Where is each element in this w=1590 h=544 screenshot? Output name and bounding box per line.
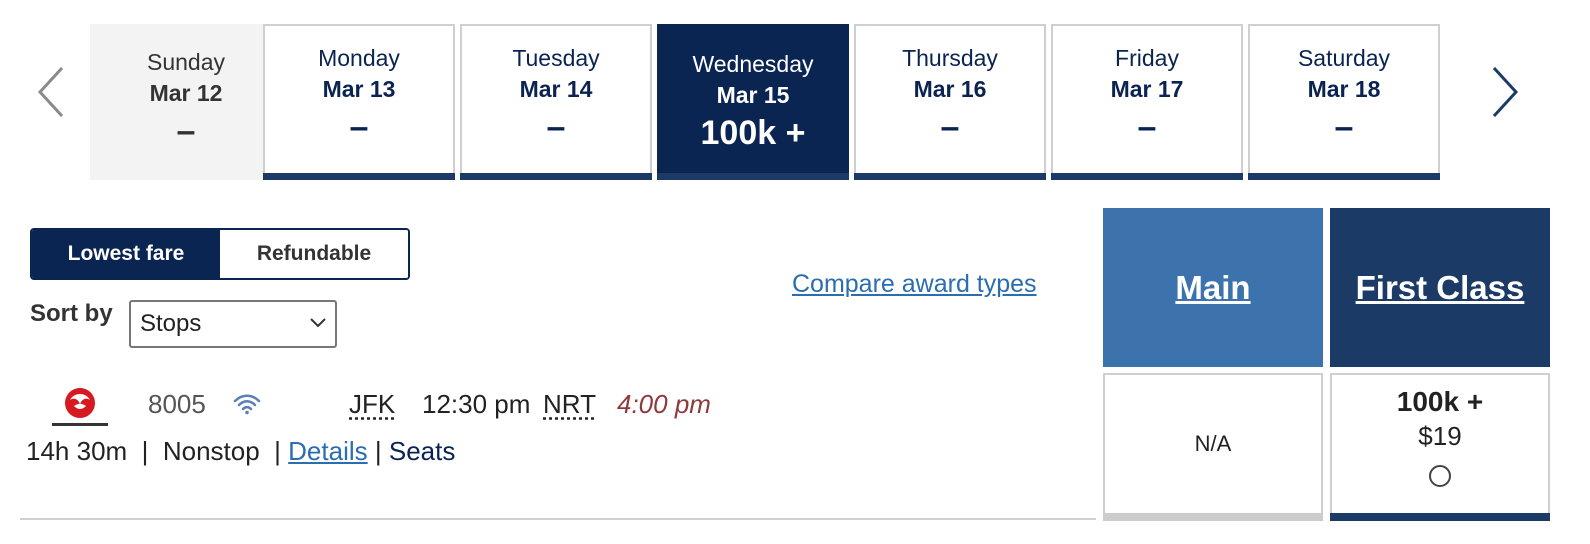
day-name: Friday <box>1115 45 1179 71</box>
day-name: Monday <box>318 45 400 71</box>
date-cell-tuesday[interactable]: Tuesday Mar 14 – <box>460 24 652 180</box>
day-date: Mar 16 <box>913 76 987 102</box>
flight-number: 8005 <box>148 389 206 419</box>
date-cell-wednesday[interactable]: Wednesday Mar 15 100k + <box>657 24 849 180</box>
day-date: Mar 15 <box>716 82 790 108</box>
separator: | <box>141 436 149 466</box>
chevron-down-icon <box>310 318 326 328</box>
date-cell-saturday[interactable]: Saturday Mar 18 – <box>1248 24 1440 180</box>
day-date: Mar 18 <box>1307 76 1381 102</box>
details-link[interactable]: Details <box>288 436 367 466</box>
date-cell-thursday[interactable]: Thursday Mar 16 – <box>854 24 1046 180</box>
day-date: Mar 17 <box>1110 76 1184 102</box>
date-cell-sunday: Sunday Mar 12 – <box>90 24 282 180</box>
cabin-header-first-class[interactable]: First Class <box>1330 208 1550 367</box>
sort-selected-value: Stops <box>140 310 202 337</box>
day-price: – <box>176 112 196 150</box>
day-name: Thursday <box>902 45 998 71</box>
chevron-left-icon <box>37 66 64 118</box>
departure-time: 12:30 pm <box>422 389 531 419</box>
first-class-radio[interactable] <box>1429 465 1451 487</box>
separator: | <box>274 436 281 466</box>
first-class-tax: $19 <box>1418 421 1462 451</box>
day-name: Tuesday <box>512 45 600 71</box>
main-fare-unavailable: N/A <box>1194 431 1232 456</box>
separator: | <box>374 436 382 466</box>
stops-text: Nonstop <box>162 436 260 466</box>
first-class-miles: 100k + <box>1396 386 1484 417</box>
chevron-right-icon <box>1492 66 1519 118</box>
day-price: – <box>349 108 369 146</box>
sort-label: Sort by <box>30 300 113 327</box>
flight-info-line: 14h 30m | Nonstop | Details | Seats <box>26 436 455 467</box>
day-date: Mar 13 <box>322 76 396 102</box>
japan-airlines-logo <box>52 388 108 426</box>
lowest-fare-option[interactable]: Lowest fare <box>32 230 220 278</box>
next-dates-button[interactable] <box>1490 62 1520 122</box>
cabin-header-main[interactable]: Main <box>1103 208 1323 367</box>
date-cell-friday[interactable]: Friday Mar 17 – <box>1051 24 1243 180</box>
day-price: – <box>1334 108 1354 146</box>
fare-type-toggle: Lowest fare Refundable <box>30 228 410 280</box>
day-name: Saturday <box>1297 45 1391 71</box>
previous-dates-button[interactable] <box>36 62 66 122</box>
seats-link[interactable]: Seats <box>389 436 456 466</box>
day-date: Mar 14 <box>519 76 593 102</box>
day-price: – <box>1137 108 1157 146</box>
compare-award-types-link[interactable]: Compare award types <box>792 270 1037 299</box>
refundable-option[interactable]: Refundable <box>220 230 408 278</box>
day-price: 100k + <box>700 114 806 152</box>
fare-cell-main: N/A <box>1103 373 1323 521</box>
day-date: Mar 12 <box>149 80 223 106</box>
arrival-time: 4:00 pm <box>617 389 711 419</box>
wifi-icon <box>233 394 261 415</box>
day-name: Wednesday <box>692 51 814 77</box>
sort-select[interactable]: Stops <box>129 300 337 348</box>
day-name: Sunday <box>146 49 225 75</box>
date-cell-monday[interactable]: Monday Mar 13 – <box>263 24 455 180</box>
arrival-airport[interactable]: NRT <box>543 389 596 420</box>
row-divider <box>20 518 1096 520</box>
fare-cell-first-class[interactable]: 100k + $19 <box>1330 373 1550 521</box>
day-price: – <box>940 108 960 146</box>
departure-airport[interactable]: JFK <box>349 389 395 420</box>
day-price: – <box>546 108 566 146</box>
flight-duration: 14h 30m <box>26 436 128 466</box>
